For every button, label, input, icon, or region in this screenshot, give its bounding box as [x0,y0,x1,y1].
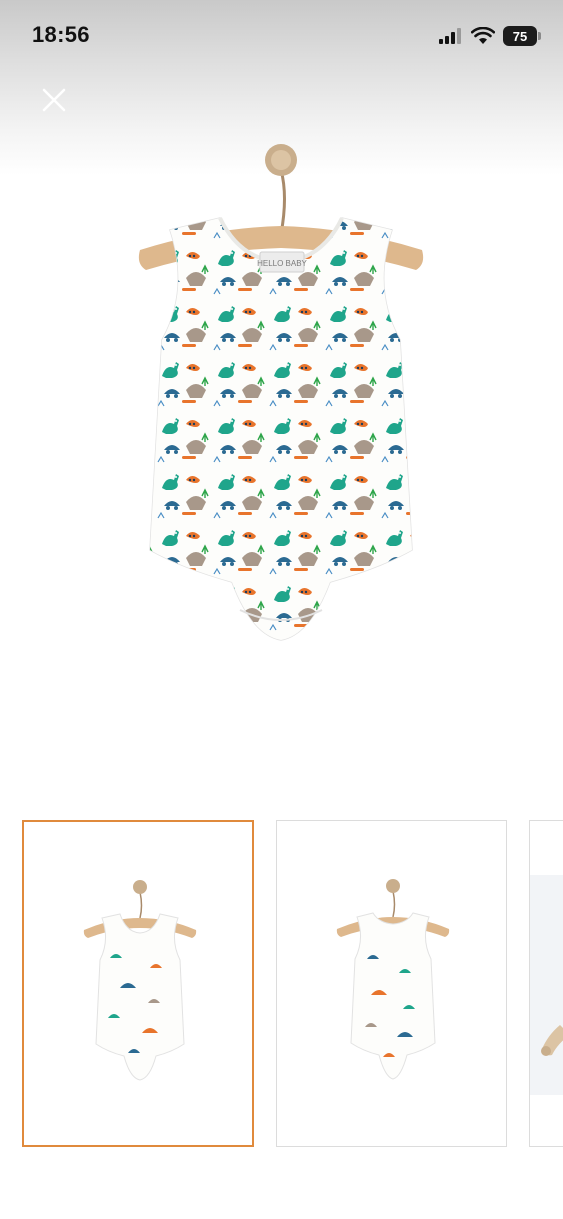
svg-text:HELLO BABY: HELLO BABY [257,259,307,268]
thumbnail-image-detail [530,875,563,1095]
thumbnail-image-back [336,879,450,1080]
thumbnail-1[interactable] [22,820,254,1147]
close-icon [42,88,66,112]
status-bar: 18:56 75 [0,0,563,70]
wifi-icon [471,27,495,44]
status-icons: 75 [439,24,541,48]
cellular-signal-icon [439,28,461,44]
close-button[interactable] [36,82,72,118]
status-time: 18:56 [32,22,90,47]
thumbnail-2[interactable] [276,820,507,1147]
product-main-image[interactable]: HELLO BABY [100,130,463,670]
battery-level: 75 [512,28,528,44]
thumbnail-image-front [83,880,197,1081]
thumbnail-3[interactable] [529,820,563,1147]
battery-indicator: 75 [503,26,541,46]
